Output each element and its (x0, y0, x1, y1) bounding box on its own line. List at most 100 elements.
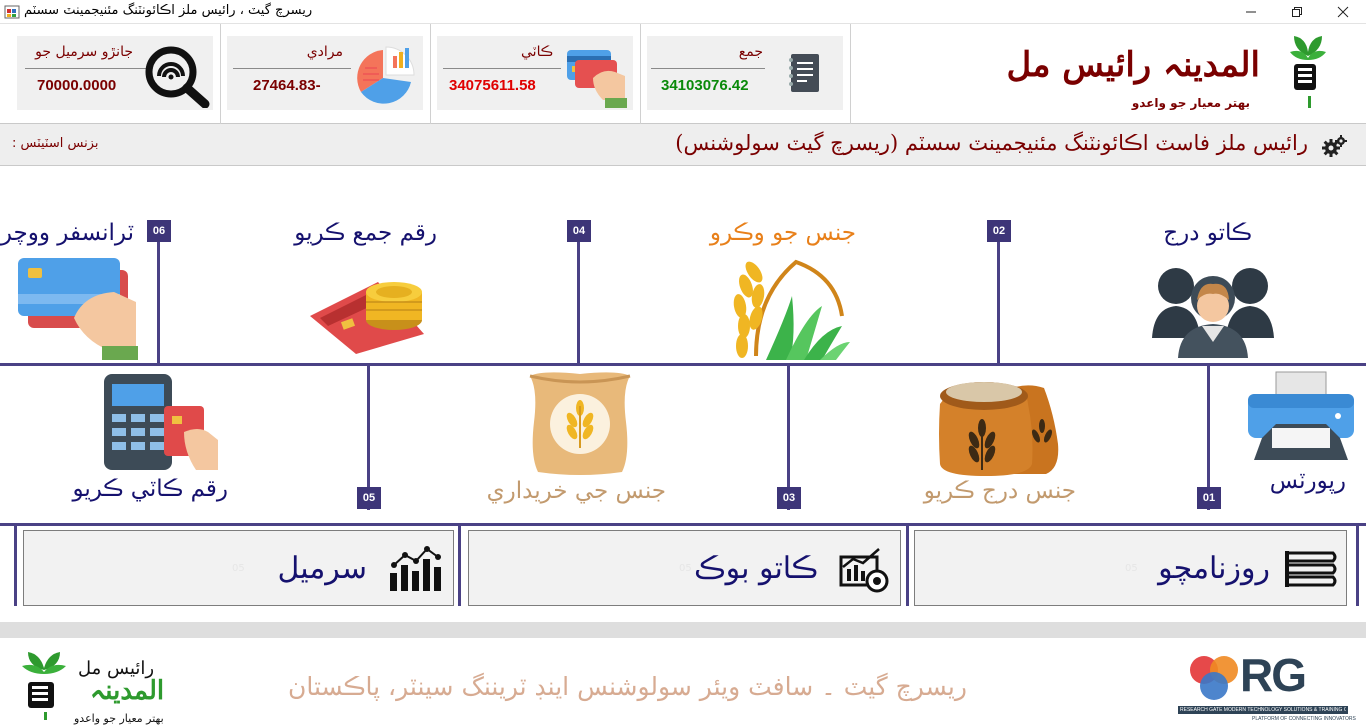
quick-actions: 05 سرميل 05 ڪاتو بوڪ 05 روزنامچو (0, 526, 1366, 622)
plant-hand-logo-icon (22, 652, 66, 720)
stat-label: جمع (738, 44, 763, 60)
flow-connector (157, 224, 160, 364)
rg-subtagline: PLATFORM OF CONNECTING INNOVATORS (1252, 716, 1356, 722)
divider (651, 68, 765, 69)
button-label: سرميل (277, 551, 367, 586)
step-label: رپورٽس (1269, 468, 1346, 494)
rg-circles-icon (1190, 656, 1238, 700)
divider (443, 68, 561, 69)
minimize-button[interactable] (1228, 0, 1274, 24)
footer-logo: رائيس مل المدينہ بهتر معيار جو واعدو (14, 644, 204, 725)
ghost-label: 05 (1125, 563, 1138, 574)
ledger-icon (789, 54, 819, 92)
separator (430, 24, 431, 124)
footer-logo-tagline: بهتر معيار جو واعدو (74, 712, 164, 725)
step-goods-entry[interactable]: جنس درج ڪريو (920, 370, 1080, 510)
step-number: 05 (357, 487, 381, 509)
step-label: جنس درج ڪريو (923, 478, 1076, 504)
step-number: 02 (987, 220, 1011, 242)
step-deposit-amount[interactable]: رقم جمع ڪريو (294, 220, 445, 360)
divider (25, 68, 153, 69)
customers-icon (1152, 268, 1274, 358)
flow-connector (577, 224, 580, 364)
maximize-button[interactable] (1274, 0, 1320, 24)
flow-connector (997, 224, 1000, 364)
footer-logo-title: المدينہ (90, 676, 165, 706)
separator (14, 526, 17, 606)
bar-chart-icon (390, 546, 441, 591)
coins-card-icon (310, 282, 424, 354)
business-status-label: بزنس اسٽيٽس : (12, 136, 99, 151)
minimize-icon (1246, 11, 1256, 13)
stat-value: 34075611.58 (449, 77, 536, 94)
printer-icon (1248, 371, 1354, 460)
separator (1356, 526, 1359, 606)
stat-card-debit[interactable]: ڪاٽي 34075611.58 (437, 36, 633, 110)
stat-label: مرادي (306, 44, 343, 60)
gears-icon[interactable] (1322, 134, 1348, 158)
stat-value: 27464.83- (253, 77, 321, 94)
restore-icon (1292, 7, 1302, 17)
app-icon (4, 5, 20, 19)
stat-card-credit[interactable]: جمع 34103076.42 (647, 36, 843, 110)
button-label: روزنامچو (1158, 551, 1270, 586)
system-title: رائيس ملز فاسٽ اڪائونٽنگ مئنيجمينٽ سسٽم … (675, 131, 1308, 155)
research-gate-logo: RG RESEARCH GATE MODERN TECHNOLOGY SOLUT… (1176, 648, 1356, 728)
separator (458, 526, 461, 606)
footer: رائيس مل المدينہ بهتر معيار جو واعدو ريس… (0, 638, 1366, 728)
stat-card-difference[interactable]: مرادي 27464.83- (227, 36, 423, 110)
pie-chart-icon (357, 46, 415, 104)
step-add-account[interactable]: ڪاتو درج (1140, 220, 1290, 360)
rg-tagline: RESEARCH GATE MODERN TECHNOLOGY SOLUTION… (1180, 707, 1346, 713)
pos-terminal-icon (104, 374, 218, 470)
plant-hand-logo-icon (1290, 36, 1326, 108)
window-title: ريسرچ گيٽ ، رائيس ملز اڪائونٽنگ مئنيجمين… (24, 3, 313, 18)
book-stack-icon (1285, 551, 1337, 587)
step-label: جنس جي خريداري (486, 478, 666, 504)
step-transfer-voucher[interactable]: ٽرانسفر ووچر (1, 220, 146, 360)
button-label: ڪاتو بوڪ (693, 551, 818, 586)
window-titlebar: ريسرچ گيٽ ، رائيس ملز اڪائونٽنگ مئنيجمين… (0, 0, 1366, 24)
header: جانڙو سرميل جو 70000.0000 مرادي 27464.83… (0, 24, 1366, 124)
separator (850, 24, 851, 124)
divider (233, 68, 351, 69)
rice-plant-icon (733, 259, 850, 360)
process-flow: 06 04 02 05 03 01 ٽرانسفر ووچر رقم جمع ڪ… (0, 166, 1366, 526)
stat-card-opening-balance[interactable]: جانڙو سرميل جو 70000.0000 (17, 36, 213, 110)
step-number: 01 (1197, 487, 1221, 509)
step-label: ٽرانسفر ووچر (0, 220, 134, 246)
step-label: جنس جو وڪرو (709, 220, 856, 246)
step-label: رقم جمع ڪريو (294, 220, 437, 246)
capital-button[interactable]: 05 سرميل (23, 530, 454, 606)
daily-journal-button[interactable]: 05 روزنامچو (914, 530, 1347, 606)
separator (640, 24, 641, 124)
step-goods-sale[interactable]: جنس جو وڪرو (706, 220, 864, 360)
stat-label: جانڙو سرميل جو (35, 44, 133, 60)
rg-letters: RG (1240, 649, 1307, 701)
brand-title: المدينہ رائيس مل (1006, 45, 1260, 85)
step-number: 06 (147, 220, 171, 242)
card-payment-icon (567, 50, 627, 108)
step-debit-amount[interactable]: رقم ڪاٽي ڪريو (72, 372, 240, 508)
ghost-label: 05 (232, 563, 245, 574)
step-label: رقم ڪاٽي ڪريو (72, 476, 228, 502)
step-goods-purchase[interactable]: جنس جي خريداري (487, 370, 680, 510)
step-reports[interactable]: رپورٽس (1240, 370, 1360, 500)
card-in-hand-icon (18, 258, 138, 360)
business-status-bar: بزنس اسٽيٽس : رائيس ملز فاسٽ اڪائونٽنگ م… (0, 124, 1366, 166)
divider (0, 622, 1366, 638)
search-icon (145, 46, 210, 108)
wheat-sacks-icon (939, 382, 1059, 476)
ghost-label: 05 (679, 563, 692, 574)
step-number: 04 (567, 220, 591, 242)
close-icon (1337, 6, 1349, 18)
footer-company-text: ريسرچ گيٽ ۔ سافٽ ويئر سولوشنس اينڊ ٽرينن… (288, 672, 967, 701)
analytics-icon (839, 548, 889, 593)
stat-label: ڪاٽي (521, 44, 553, 60)
close-button[interactable] (1320, 0, 1366, 24)
brand-subtitle: بهتر معيار جو واعدو (1131, 96, 1250, 110)
account-book-button[interactable]: 05 ڪاتو بوڪ (468, 530, 901, 606)
stat-value: 70000.0000 (37, 77, 117, 94)
step-number: 03 (777, 487, 801, 509)
separator (220, 24, 221, 124)
